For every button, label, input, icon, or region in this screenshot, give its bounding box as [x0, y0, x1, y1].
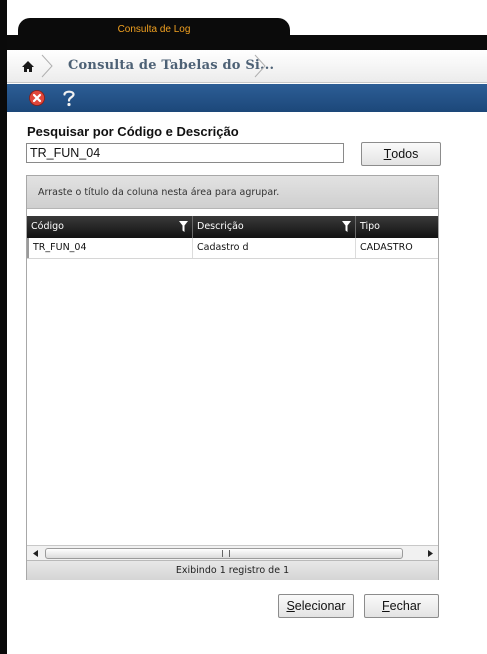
scroll-left-button[interactable]	[29, 548, 41, 558]
todos-label: odos	[391, 147, 419, 161]
window-frame	[0, 0, 7, 654]
home-button[interactable]	[15, 56, 41, 76]
todos-button[interactable]: Todos	[361, 142, 441, 166]
record-count: Exibindo 1 registro de 1	[175, 565, 290, 576]
todos-mnemonic: T	[383, 147, 392, 161]
help-icon[interactable]	[60, 88, 78, 108]
horizontal-scrollbar[interactable]	[27, 545, 438, 560]
fechar-label: echar	[389, 599, 421, 613]
column-header-label: Código	[31, 221, 64, 232]
selecionar-button[interactable]: Selecionar	[278, 594, 354, 618]
scroll-right-button[interactable]	[424, 548, 436, 558]
scroll-thumb[interactable]	[45, 548, 403, 559]
results-grid: Arraste o título da coluna nesta área pa…	[26, 175, 439, 580]
filter-icon[interactable]	[179, 221, 188, 232]
filter-icon[interactable]	[342, 221, 351, 232]
column-header-label: Descrição	[197, 221, 244, 232]
column-header-label: Tipo	[360, 221, 380, 232]
table-row[interactable]: TR_FUN_04 Cadastro d CADASTRO	[27, 238, 438, 259]
arrow-left-icon	[32, 549, 38, 557]
cell-tipo: CADASTRO	[360, 242, 413, 253]
tab-consulta-log[interactable]: Consulta de Log	[18, 18, 290, 50]
fechar-button[interactable]: Fechar	[364, 594, 439, 618]
tab-title: Consulta de Log	[117, 24, 191, 35]
frame-top	[0, 0, 487, 6]
search-label: Pesquisar por Código e Descrição	[27, 124, 239, 139]
column-header-descricao[interactable]: Descrição	[193, 216, 356, 238]
search-input[interactable]	[26, 143, 344, 163]
close-icon[interactable]	[29, 90, 45, 106]
grid-header: Código Descrição Tipo	[27, 216, 438, 238]
group-hint: Arraste o título da coluna nesta área pa…	[38, 187, 280, 198]
group-drop-area[interactable]: Arraste o título da coluna nesta área pa…	[27, 176, 438, 209]
grid-footer: Exibindo 1 registro de 1	[27, 560, 438, 580]
cell-descricao: Cadastro d	[193, 238, 356, 258]
column-header-codigo[interactable]: Código	[27, 216, 193, 238]
cell-codigo: TR_FUN_04	[27, 238, 193, 258]
selecionar-mnemonic: S	[286, 599, 295, 613]
breadcrumb-separator	[41, 54, 53, 78]
column-header-tipo[interactable]: Tipo	[356, 216, 438, 238]
fechar-mnemonic: F	[382, 599, 390, 613]
breadcrumb-item-consulta-tabelas[interactable]: Consulta de Tabelas do Si...	[68, 58, 274, 73]
scroll-grip	[222, 550, 230, 557]
selecionar-label: elecionar	[294, 599, 346, 613]
arrow-right-icon	[427, 549, 433, 557]
home-icon	[22, 60, 34, 72]
breadcrumb-separator	[254, 54, 266, 78]
toolbar	[7, 84, 487, 112]
